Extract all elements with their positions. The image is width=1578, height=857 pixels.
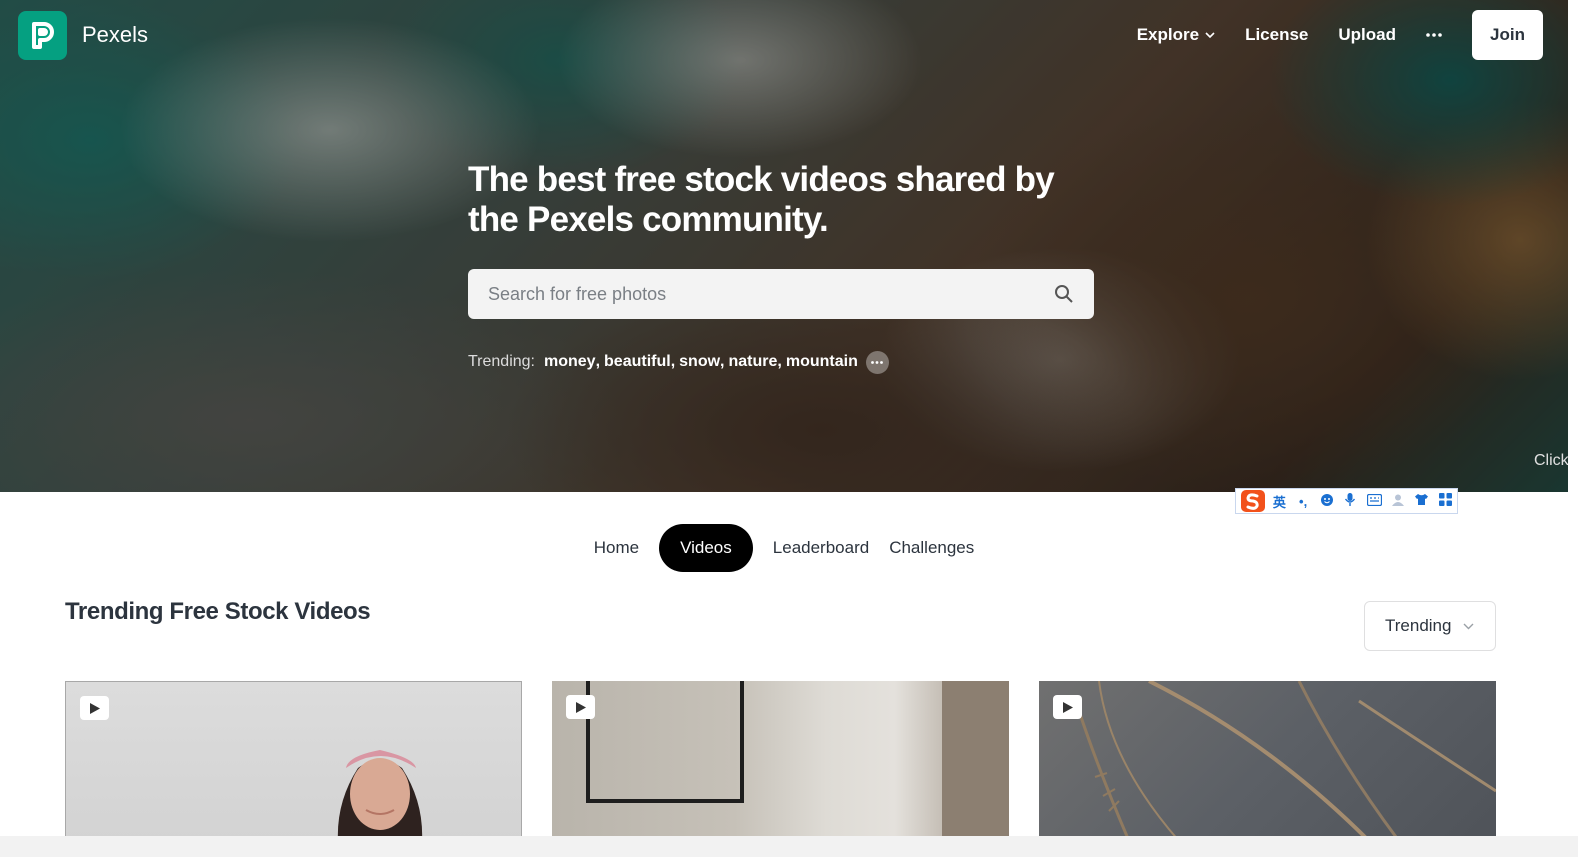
video-card[interactable] xyxy=(65,681,522,841)
search-input[interactable]: Search for free photos xyxy=(488,284,1054,305)
content-tabs: Home Videos Leaderboard Challenges xyxy=(0,524,1568,572)
mic-icon[interactable] xyxy=(1339,492,1363,510)
tab-leaderboard[interactable]: Leaderboard xyxy=(763,524,879,572)
more-horizontal-icon[interactable] xyxy=(1426,33,1442,37)
video-thumbnail xyxy=(1077,681,1496,841)
trending-link[interactable]: nature xyxy=(729,353,778,371)
emoji-icon[interactable] xyxy=(1315,493,1339,510)
ime-punctuation-toggle[interactable]: •, xyxy=(1291,494,1315,509)
apps-icon[interactable] xyxy=(1433,493,1457,509)
tab-challenges[interactable]: Challenges xyxy=(879,524,984,572)
ime-toolbar[interactable]: 英 •, xyxy=(1235,488,1458,514)
hero-title: The best free stock videos shared by the… xyxy=(468,160,1055,239)
tab-home[interactable]: Home xyxy=(584,524,649,572)
trending-label: Trending: xyxy=(468,353,535,370)
trending-link[interactable]: beautiful xyxy=(604,353,671,371)
shirt-icon[interactable] xyxy=(1410,493,1434,509)
sort-dropdown[interactable]: Trending xyxy=(1364,601,1496,651)
trending-separator: , xyxy=(777,353,782,370)
play-icon xyxy=(566,695,595,719)
nav-explore-label: Explore xyxy=(1136,25,1200,44)
section-title: Trending Free Stock Videos xyxy=(65,598,371,625)
nav-explore[interactable]: Explore xyxy=(1137,25,1215,45)
top-nav: Pexels Explore License Upload Join xyxy=(18,10,1543,60)
nav-upload[interactable]: Upload xyxy=(1338,25,1396,45)
trending-link[interactable]: snow xyxy=(679,353,720,371)
video-thumbnail xyxy=(337,750,423,840)
nav-menu: Explore License Upload Join xyxy=(1137,10,1543,60)
trending-separator: , xyxy=(670,353,676,370)
chevron-down-icon xyxy=(1463,623,1474,629)
trending-searches: Trending: money, beautiful, snow, nature… xyxy=(468,350,889,374)
trending-separator: , xyxy=(595,353,601,370)
chevron-down-icon xyxy=(1205,31,1215,38)
trending-link[interactable]: mountain xyxy=(786,353,858,371)
video-card[interactable] xyxy=(552,681,1009,841)
keyboard-icon[interactable] xyxy=(1362,493,1386,509)
join-button[interactable]: Join xyxy=(1472,10,1543,60)
search-icon[interactable] xyxy=(1054,284,1074,304)
hero-banner: Pexels Explore License Upload Join The b… xyxy=(0,0,1568,492)
tab-videos[interactable]: Videos xyxy=(659,524,753,572)
play-icon xyxy=(1053,695,1082,719)
play-icon xyxy=(80,696,109,720)
photo-credit-hint[interactable]: Click xyxy=(1534,452,1568,470)
more-trending-icon[interactable] xyxy=(865,350,889,374)
video-thumbnail xyxy=(586,681,1009,841)
trending-separator: , xyxy=(720,353,725,370)
search-bar[interactable]: Search for free photos xyxy=(468,269,1094,319)
user-icon[interactable] xyxy=(1386,493,1410,510)
pexels-logo-icon[interactable] xyxy=(18,10,67,60)
trending-link[interactable]: money xyxy=(544,353,596,371)
sogou-logo-icon[interactable] xyxy=(1238,488,1268,514)
brand-name[interactable]: Pexels xyxy=(82,22,148,48)
video-card[interactable] xyxy=(1039,681,1496,841)
sort-dropdown-label: Trending xyxy=(1385,616,1452,635)
page-bottom-strip xyxy=(0,836,1578,857)
nav-license[interactable]: License xyxy=(1245,25,1308,45)
ime-language-toggle[interactable]: 英 xyxy=(1268,492,1292,511)
